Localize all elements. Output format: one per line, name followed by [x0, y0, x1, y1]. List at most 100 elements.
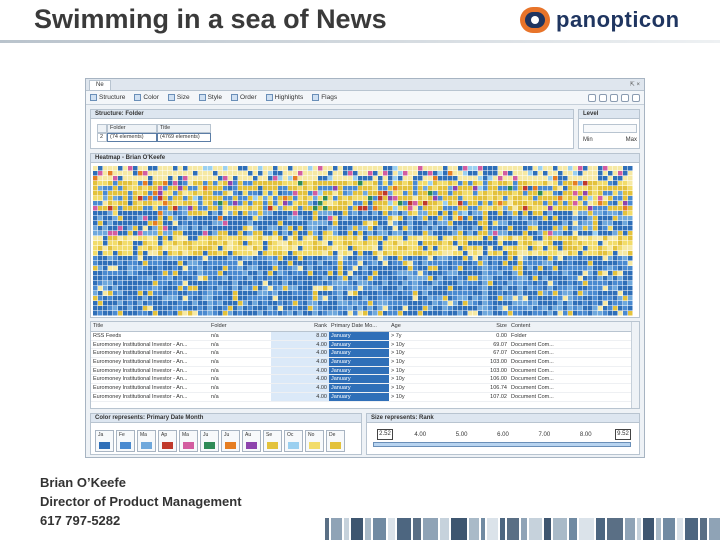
- heatmap-cell[interactable]: [208, 211, 213, 216]
- heatmap-cell[interactable]: [288, 191, 293, 196]
- heatmap-cell[interactable]: [403, 201, 408, 206]
- heatmap-cell[interactable]: [293, 266, 298, 271]
- heatmap-cell[interactable]: [468, 256, 473, 261]
- heatmap-cell[interactable]: [478, 231, 483, 236]
- heatmap-cell[interactable]: [503, 211, 508, 216]
- heatmap-cell[interactable]: [118, 226, 123, 231]
- heatmap-cell[interactable]: [273, 211, 278, 216]
- heatmap-cell[interactable]: [178, 221, 183, 226]
- heatmap-cell[interactable]: [563, 191, 568, 196]
- heatmap-cell[interactable]: [453, 191, 458, 196]
- heatmap-cell[interactable]: [273, 231, 278, 236]
- heatmap-cell[interactable]: [368, 266, 373, 271]
- heatmap-cell[interactable]: [183, 176, 188, 181]
- heatmap-cell[interactable]: [248, 251, 253, 256]
- heatmap-cell[interactable]: [413, 261, 418, 266]
- heatmap-cell[interactable]: [378, 186, 383, 191]
- heatmap-cell[interactable]: [298, 241, 303, 246]
- heatmap-cell[interactable]: [463, 266, 468, 271]
- table-row[interactable]: Euromoney Institutional Investor - An...…: [91, 375, 639, 385]
- heatmap-cell[interactable]: [193, 251, 198, 256]
- heatmap-cell[interactable]: [233, 166, 238, 171]
- heatmap-cell[interactable]: [333, 241, 338, 246]
- heatmap-cell[interactable]: [443, 241, 448, 246]
- heatmap-cell[interactable]: [308, 301, 313, 306]
- heatmap-cell[interactable]: [603, 226, 608, 231]
- heatmap-cell[interactable]: [318, 261, 323, 266]
- heatmap-cell[interactable]: [283, 181, 288, 186]
- heatmap-cell[interactable]: [378, 266, 383, 271]
- heatmap-cell[interactable]: [218, 301, 223, 306]
- heatmap-cell[interactable]: [418, 296, 423, 301]
- heatmap-cell[interactable]: [283, 201, 288, 206]
- heatmap-cell[interactable]: [533, 226, 538, 231]
- heatmap-cell[interactable]: [203, 236, 208, 241]
- heatmap-cell[interactable]: [358, 166, 363, 171]
- heatmap-cell[interactable]: [358, 211, 363, 216]
- heatmap-cell[interactable]: [293, 216, 298, 221]
- heatmap-cell[interactable]: [528, 221, 533, 226]
- heatmap-cell[interactable]: [533, 246, 538, 251]
- heatmap-cell[interactable]: [408, 296, 413, 301]
- heatmap-cell[interactable]: [618, 211, 623, 216]
- heatmap-cell[interactable]: [98, 286, 103, 291]
- heatmap-cell[interactable]: [448, 216, 453, 221]
- heatmap-cell[interactable]: [478, 261, 483, 266]
- heatmap-cell[interactable]: [588, 221, 593, 226]
- heatmap-cell[interactable]: [128, 271, 133, 276]
- heatmap-cell[interactable]: [368, 176, 373, 181]
- heatmap-cell[interactable]: [453, 221, 458, 226]
- heatmap-cell[interactable]: [373, 276, 378, 281]
- heatmap-cell[interactable]: [508, 261, 513, 266]
- heatmap-cell[interactable]: [353, 226, 358, 231]
- heatmap-cell[interactable]: [103, 236, 108, 241]
- heatmap-cell[interactable]: [413, 296, 418, 301]
- heatmap-cell[interactable]: [283, 286, 288, 291]
- heatmap-cell[interactable]: [453, 166, 458, 171]
- heatmap-cell[interactable]: [548, 256, 553, 261]
- heatmap-cell[interactable]: [528, 296, 533, 301]
- heatmap-cell[interactable]: [503, 291, 508, 296]
- heatmap-cell[interactable]: [358, 256, 363, 261]
- heatmap-cell[interactable]: [588, 246, 593, 251]
- heatmap-cell[interactable]: [323, 191, 328, 196]
- heatmap-cell[interactable]: [618, 271, 623, 276]
- heatmap-cell[interactable]: [483, 186, 488, 191]
- heatmap-cell[interactable]: [538, 171, 543, 176]
- heatmap-cell[interactable]: [473, 166, 478, 171]
- heatmap-cell[interactable]: [388, 261, 393, 266]
- heatmap-cell[interactable]: [188, 231, 193, 236]
- heatmap-cell[interactable]: [383, 231, 388, 236]
- heatmap-cell[interactable]: [228, 276, 233, 281]
- heatmap-cell[interactable]: [333, 306, 338, 311]
- heatmap-cell[interactable]: [313, 266, 318, 271]
- heatmap-cell[interactable]: [618, 296, 623, 301]
- heatmap-cell[interactable]: [178, 311, 183, 316]
- heatmap-cell[interactable]: [148, 231, 153, 236]
- heatmap-cell[interactable]: [288, 286, 293, 291]
- heatmap-cell[interactable]: [383, 216, 388, 221]
- heatmap-cell[interactable]: [248, 216, 253, 221]
- heatmap-cell[interactable]: [518, 191, 523, 196]
- heatmap-cell[interactable]: [418, 166, 423, 171]
- heatmap-cell[interactable]: [103, 276, 108, 281]
- heatmap-cell[interactable]: [558, 201, 563, 206]
- heatmap-cell[interactable]: [153, 281, 158, 286]
- heatmap-cell[interactable]: [558, 186, 563, 191]
- heatmap-cell[interactable]: [273, 276, 278, 281]
- heatmap-cell[interactable]: [313, 246, 318, 251]
- heatmap-cell[interactable]: [463, 216, 468, 221]
- heatmap-cell[interactable]: [473, 176, 478, 181]
- heatmap-cell[interactable]: [138, 216, 143, 221]
- heatmap-cell[interactable]: [573, 241, 578, 246]
- heatmap-cell[interactable]: [113, 311, 118, 316]
- heatmap-cell[interactable]: [298, 261, 303, 266]
- heatmap-cell[interactable]: [383, 266, 388, 271]
- heatmap-cell[interactable]: [523, 206, 528, 211]
- heatmap-cell[interactable]: [483, 211, 488, 216]
- heatmap-cell[interactable]: [168, 311, 173, 316]
- heatmap-cell[interactable]: [108, 181, 113, 186]
- heatmap-cell[interactable]: [118, 196, 123, 201]
- heatmap-cell[interactable]: [518, 181, 523, 186]
- heatmap-cell[interactable]: [258, 231, 263, 236]
